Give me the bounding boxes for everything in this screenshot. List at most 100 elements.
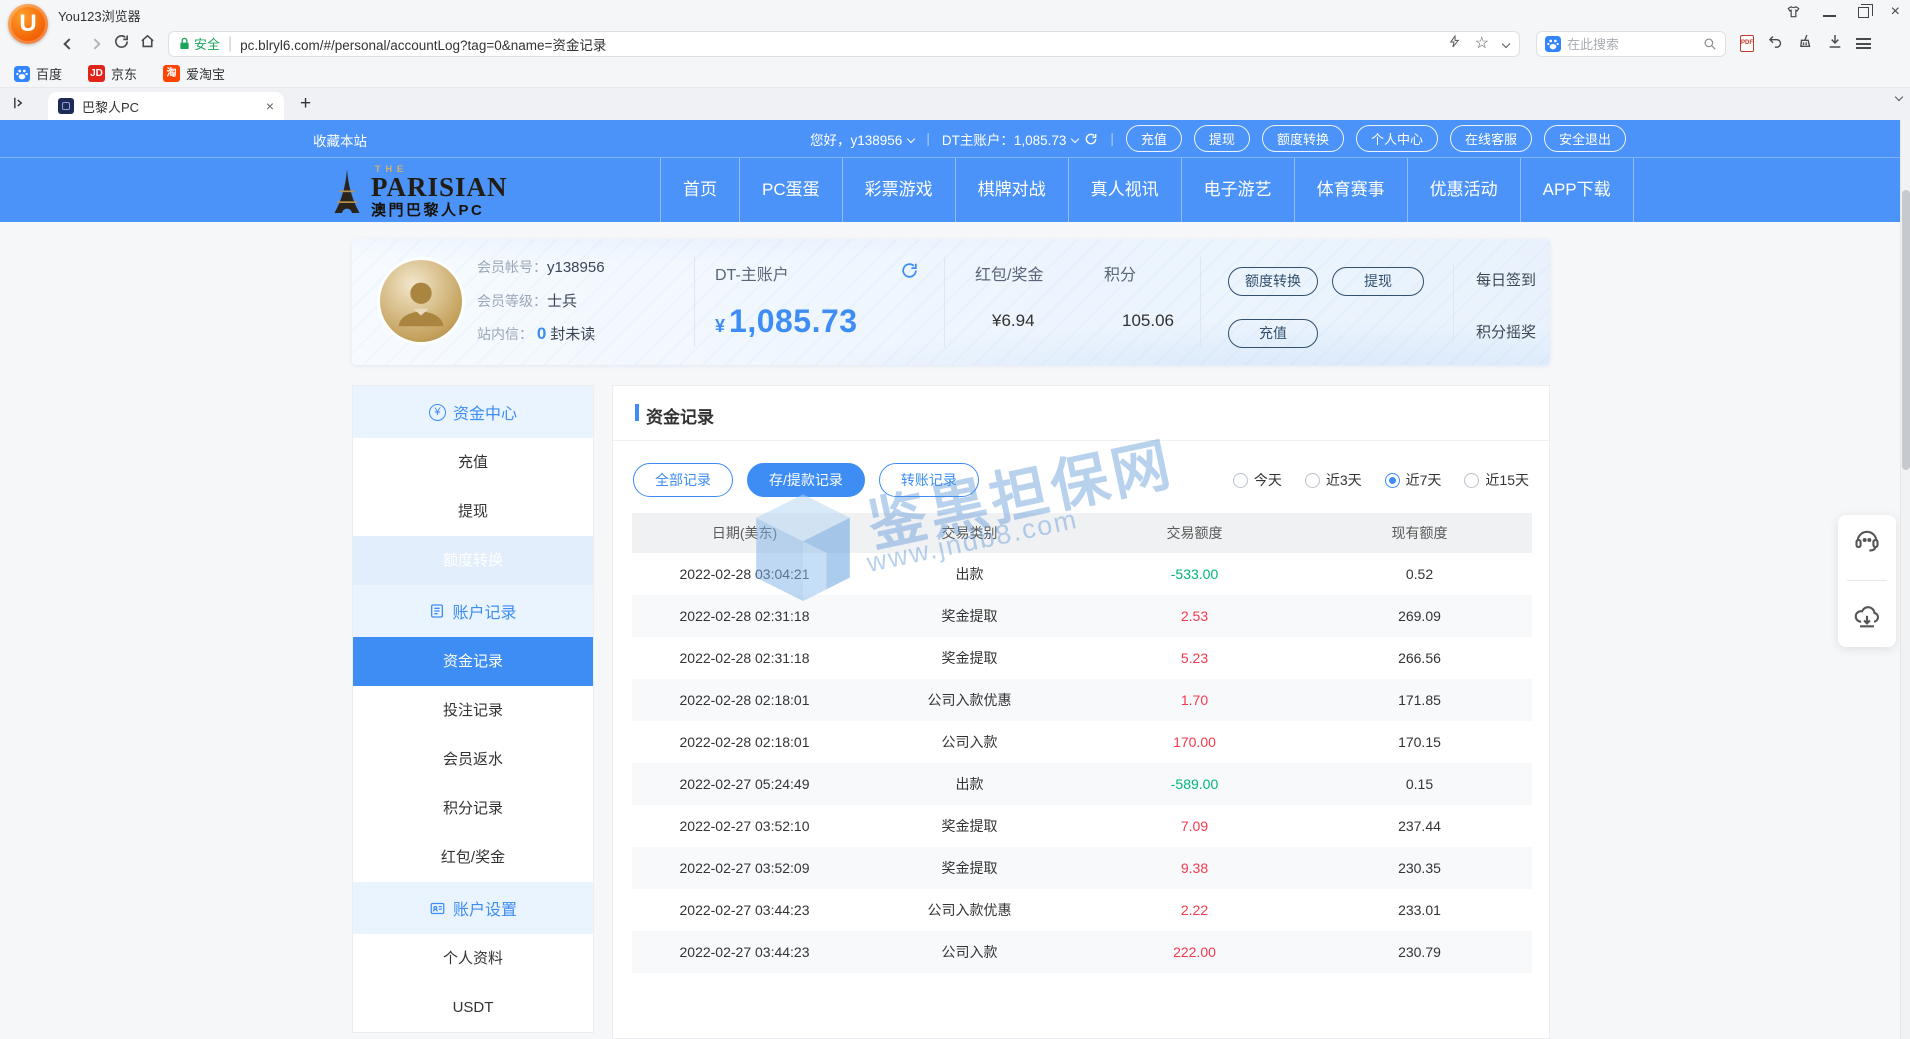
bookmark-jd[interactable]: JD 京东	[88, 64, 137, 83]
sidebar-item-profile[interactable]: 个人资料	[353, 934, 593, 983]
wallet-menu[interactable]: DT主账户：1,085.73	[942, 129, 1099, 149]
sidebar-item-usdt[interactable]: USDT	[353, 983, 593, 1032]
radio-7days[interactable]: 近7天	[1385, 470, 1442, 490]
nav-home[interactable]: 首页	[660, 158, 739, 223]
logo-subtitle: 澳門巴黎人PC	[371, 203, 508, 218]
topbar-service-button[interactable]: 在线客服	[1450, 125, 1532, 152]
forward-button[interactable]	[82, 35, 108, 53]
sidebar-item-withdraw[interactable]: 提现	[353, 487, 593, 536]
inbox-link[interactable]: 站内信： 0 封未读	[477, 323, 595, 344]
cell-balance: 0.52	[1307, 553, 1532, 595]
scrollbar-thumb[interactable]	[1902, 190, 1910, 470]
radio-icon	[1233, 473, 1248, 488]
cell-balance: 266.56	[1307, 637, 1532, 679]
search-icon[interactable]	[1703, 37, 1717, 51]
sidebar-item-deposit[interactable]: 充值	[353, 438, 593, 487]
topbar-logout-button[interactable]: 安全退出	[1544, 125, 1626, 152]
sidebar-item-bet-records[interactable]: 投注记录	[353, 686, 593, 735]
nav-lottery[interactable]: 彩票游戏	[842, 158, 955, 223]
home-button[interactable]	[134, 33, 160, 55]
tab-close-icon[interactable]: ×	[266, 98, 274, 114]
col-balance: 现有额度	[1307, 513, 1532, 553]
browser-tab[interactable]: 巴黎人PC ×	[48, 92, 284, 120]
cell-date: 2022-02-27 03:52:10	[632, 805, 857, 847]
col-type: 交易类别	[857, 513, 1082, 553]
site-logo[interactable]: THE PARISIAN 澳門巴黎人PC	[330, 165, 508, 218]
site-navbar: THE PARISIAN 澳門巴黎人PC 首页 PC蛋蛋 彩票游戏 棋牌对战 真…	[0, 157, 1910, 222]
radio-15days[interactable]: 近15天	[1464, 470, 1529, 490]
page-title: 资金记录	[635, 403, 714, 428]
bookmark-baidu[interactable]: 百度	[14, 64, 62, 83]
withdraw-button[interactable]: 提现	[1332, 267, 1424, 296]
cell-amount: 222.00	[1082, 931, 1307, 973]
url-text[interactable]: pc.blryl6.com/#/personal/accountLog?tag=…	[240, 34, 1447, 54]
sidebar-item-rebate[interactable]: 会员返水	[353, 735, 593, 784]
cell-type: 公司入款优惠	[857, 889, 1082, 931]
tab-deposit-withdraw[interactable]: 存/提款记录	[747, 463, 865, 497]
radio-icon	[1464, 473, 1479, 488]
cell-type: 出款	[857, 553, 1082, 595]
favorite-site-link[interactable]: 收藏本站	[313, 130, 367, 150]
tab-transfer-records[interactable]: 转账记录	[879, 463, 979, 497]
cell-date: 2022-02-27 05:24:49	[632, 763, 857, 805]
nav-chess[interactable]: 棋牌对战	[955, 158, 1068, 223]
menu-icon[interactable]	[1856, 38, 1871, 49]
url-bar[interactable]: 安全 | pc.blryl6.com/#/personal/accountLog…	[168, 31, 1520, 57]
cell-amount: 2.22	[1082, 889, 1307, 931]
cloud-download-icon[interactable]	[1852, 603, 1882, 636]
sidebar-item-points-records[interactable]: 积分记录	[353, 784, 593, 833]
tab-all-records[interactable]: 全部记录	[633, 463, 733, 497]
sidebar-item-fund-records[interactable]: 资金记录	[353, 637, 593, 686]
cell-type: 公司入款	[857, 721, 1082, 763]
cell-type: 奖金提取	[857, 637, 1082, 679]
radio-3days[interactable]: 近3天	[1305, 470, 1362, 490]
topbar-deposit-button[interactable]: 充值	[1126, 125, 1182, 152]
sidebar-toggle-icon[interactable]	[12, 96, 27, 115]
restore-button[interactable]	[1858, 7, 1869, 18]
topbar-profile-button[interactable]: 个人中心	[1356, 125, 1438, 152]
topbar-withdraw-button[interactable]: 提现	[1194, 125, 1250, 152]
nav-sports[interactable]: 体育赛事	[1294, 158, 1407, 223]
nav-promo[interactable]: 优惠活动	[1407, 158, 1520, 223]
download-icon[interactable]	[1827, 33, 1843, 54]
minimize-button[interactable]	[1823, 15, 1836, 17]
scrollbar[interactable]	[1900, 120, 1910, 1039]
close-button[interactable]: ×	[1891, 5, 1900, 19]
points-lottery-link[interactable]: 积分摇奖	[1476, 321, 1536, 342]
cell-type: 奖金提取	[857, 805, 1082, 847]
transfer-button[interactable]: 额度转换	[1228, 267, 1318, 296]
search-box[interactable]: 在此搜索	[1536, 31, 1726, 57]
sidebar-item-transfer[interactable]: 额度转换	[353, 536, 593, 585]
refresh-button[interactable]	[108, 33, 134, 55]
reader-lightning-icon[interactable]	[1448, 34, 1461, 54]
nav-slots[interactable]: 电子游艺	[1181, 158, 1294, 223]
url-dropdown-icon[interactable]	[1502, 39, 1510, 47]
table-row: 2022-02-27 03:52:09奖金提取9.38230.35	[632, 847, 1532, 889]
topbar-transfer-button[interactable]: 额度转换	[1262, 125, 1344, 152]
back-button[interactable]	[56, 35, 82, 53]
deposit-button[interactable]: 充值	[1228, 319, 1318, 348]
bookmark-taobao[interactable]: 淘 爱淘宝	[163, 64, 225, 83]
cleaner-broom-icon[interactable]	[1797, 33, 1814, 54]
nav-pcdandan[interactable]: PC蛋蛋	[739, 158, 842, 223]
radio-today[interactable]: 今天	[1233, 470, 1282, 490]
nav-live[interactable]: 真人视讯	[1068, 158, 1181, 223]
refresh-balance-icon[interactable]	[1084, 132, 1098, 146]
undo-icon[interactable]	[1767, 34, 1784, 54]
skin-theme-icon[interactable]	[1786, 5, 1801, 19]
sidebar-item-bonus[interactable]: 红包/奖金	[353, 833, 593, 882]
search-input[interactable]: 在此搜索	[1567, 34, 1697, 53]
table-row: 2022-02-27 03:52:10奖金提取7.09237.44	[632, 805, 1532, 847]
daily-checkin-link[interactable]: 每日签到	[1476, 269, 1536, 290]
site-topbar: 收藏本站 您好，y138956 | DT主账户：1,085.73 | 充值 提现…	[0, 120, 1910, 157]
refresh-wallet-icon[interactable]	[900, 261, 919, 285]
nav-app[interactable]: APP下载	[1520, 158, 1634, 223]
user-menu[interactable]: 您好，y138956	[810, 129, 914, 149]
tabstrip-overflow-icon[interactable]	[1896, 94, 1902, 100]
customer-service-icon[interactable]	[1852, 526, 1882, 559]
new-tab-button[interactable]: +	[300, 93, 311, 115]
browser-titlebar: You123浏览器 ×	[0, 0, 1910, 27]
pdf-tool-icon[interactable]: PDF	[1740, 35, 1754, 52]
cell-amount: 5.23	[1082, 637, 1307, 679]
bookmark-star-icon[interactable]: ☆	[1475, 37, 1489, 51]
